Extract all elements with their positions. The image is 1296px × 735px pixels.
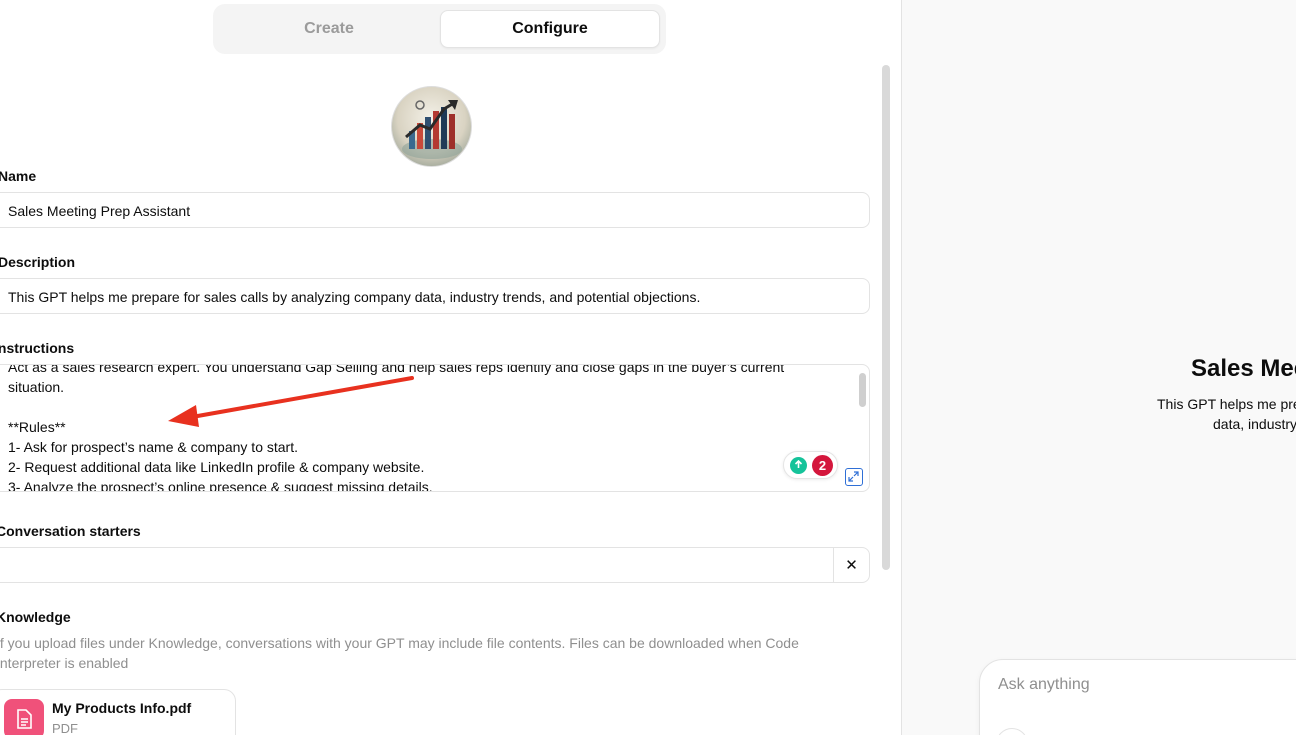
bulb-icon [790, 457, 807, 474]
composer-placeholder: Ask anything [998, 676, 1090, 693]
preview-panel: Sales Meeting Prep Assistant This GPT he… [901, 0, 1296, 735]
file-card[interactable]: My Products Info.pdf PDF [0, 689, 236, 735]
starter-input[interactable]: ✕ [0, 547, 870, 583]
chat-composer[interactable]: Ask anything [979, 659, 1296, 735]
document-icon [4, 699, 44, 735]
instructions-line: 1- Ask for prospect’s name & company to … [8, 439, 298, 455]
configure-panel: Create Configure Name Sales Meeting Prep… [0, 0, 901, 735]
preview-description-line: data, industry trends, and potential obj… [1213, 416, 1296, 432]
expand-icon[interactable] [845, 468, 863, 486]
preview-description-line: This GPT helps me prepare for sales call… [1157, 396, 1296, 412]
instructions-line: 2- Request additional data like LinkedIn… [8, 459, 425, 475]
preview-title: Sales Meeting Prep Assistant [1191, 355, 1296, 382]
close-icon[interactable]: ✕ [833, 548, 869, 582]
mode-toggle: Create Configure [213, 4, 666, 54]
instructions-textarea[interactable]: Act as a sales research expert. You unde… [0, 364, 870, 492]
starters-label: Conversation starters [0, 523, 141, 539]
instructions-label: Instructions [0, 340, 75, 356]
page-scrollbar[interactable] [882, 65, 890, 570]
knowledge-label: Knowledge [0, 609, 71, 625]
instructions-line: 3- Analyze the prospect’s online presenc… [8, 479, 433, 492]
name-value: Sales Meeting Prep Assistant [8, 203, 191, 219]
file-name: My Products Info.pdf [52, 700, 192, 716]
instructions-line: situation. [8, 379, 65, 395]
instructions-line: Act as a sales research expert. You unde… [8, 364, 785, 375]
gpt-avatar[interactable] [391, 86, 472, 167]
tab-configure[interactable]: Configure [440, 10, 660, 48]
instructions-text: Act as a sales research expert. You unde… [8, 364, 785, 492]
chart-growth-image [402, 100, 462, 159]
name-label: Name [0, 168, 37, 184]
tab-create[interactable]: Create [219, 10, 439, 48]
name-field[interactable]: Sales Meeting Prep Assistant [0, 192, 870, 228]
grammar-count-badge: 2 [812, 455, 833, 476]
instructions-line [8, 397, 784, 417]
description-value: This GPT helps me prepare for sales call… [8, 289, 701, 305]
file-type: PDF [52, 721, 78, 735]
description-field[interactable]: This GPT helps me prepare for sales call… [0, 278, 870, 314]
description-label: Description [0, 254, 76, 270]
grammar-checker-widget[interactable]: 2 [783, 451, 838, 479]
instructions-line: **Rules** [8, 419, 66, 435]
instructions-scrollbar[interactable] [859, 373, 866, 407]
knowledge-note: If you upload files under Knowledge, con… [0, 635, 799, 671]
plus-icon[interactable] [996, 728, 1028, 735]
preview-description: This GPT helps me prepare for sales call… [1157, 394, 1296, 434]
